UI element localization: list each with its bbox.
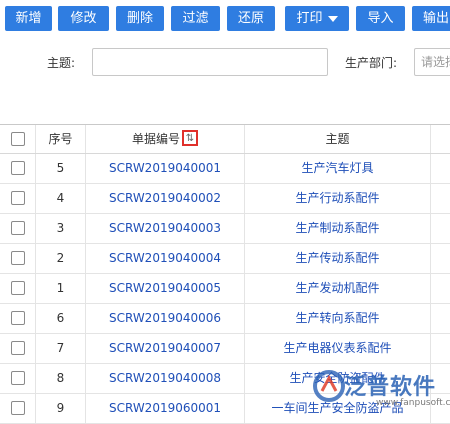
row-checkbox[interactable] bbox=[10, 160, 25, 175]
row-seq: 7 bbox=[36, 334, 86, 363]
header-doc-no-label: 单据编号 bbox=[131, 132, 180, 146]
table-row[interactable]: 5 SCRW2019040001 生产汽车灯具 bbox=[0, 154, 450, 184]
table-row[interactable]: 2 SCRW2019040004 生产传动系配件 bbox=[0, 244, 450, 274]
row-subject-link[interactable]: 生产电器仪表系配件 bbox=[245, 334, 431, 363]
row-checkbox[interactable] bbox=[10, 280, 25, 295]
row-subject-link[interactable]: 生产制动系配件 bbox=[245, 214, 431, 243]
edit-button[interactable]: 修改 bbox=[58, 6, 109, 31]
row-subject-link[interactable]: 生产汽车灯具 bbox=[245, 154, 431, 183]
fanpu-logo-icon bbox=[313, 370, 345, 402]
row-doc-no-link[interactable]: SCRW2019060001 bbox=[86, 394, 245, 423]
row-extra bbox=[431, 304, 450, 333]
table-row[interactable]: 4 SCRW2019040002 生产行动系配件 bbox=[0, 184, 450, 214]
row-checkbox[interactable] bbox=[10, 340, 25, 355]
row-doc-no-link[interactable]: SCRW2019040002 bbox=[86, 184, 245, 213]
row-extra bbox=[431, 334, 450, 363]
row-seq: 1 bbox=[36, 274, 86, 303]
watermark-url: www.fanpusoft.com bbox=[376, 398, 450, 408]
row-subject-link[interactable]: 生产发动机配件 bbox=[245, 274, 431, 303]
row-checkbox[interactable] bbox=[10, 370, 25, 385]
restore-button[interactable]: 还原 bbox=[227, 6, 275, 31]
row-checkbox[interactable] bbox=[10, 190, 25, 205]
row-seq: 8 bbox=[36, 364, 86, 393]
row-doc-no-link[interactable]: SCRW2019040004 bbox=[86, 244, 245, 273]
row-checkbox-cell[interactable] bbox=[0, 244, 36, 273]
header-extra bbox=[431, 125, 450, 153]
row-doc-no-link[interactable]: SCRW2019040008 bbox=[86, 364, 245, 393]
print-button-label: 打印 bbox=[296, 11, 323, 26]
select-all-checkbox-cell[interactable] bbox=[0, 125, 36, 153]
subject-input[interactable] bbox=[92, 48, 328, 76]
filter-panel: 主题: 生产部门: 请选择 bbox=[0, 40, 450, 120]
row-seq: 5 bbox=[36, 154, 86, 183]
row-extra bbox=[431, 214, 450, 243]
row-extra bbox=[431, 154, 450, 183]
delete-button[interactable]: 删除 bbox=[116, 6, 164, 31]
row-doc-no-link[interactable]: SCRW2019040001 bbox=[86, 154, 245, 183]
chevron-down-icon bbox=[327, 15, 338, 22]
row-checkbox-cell[interactable] bbox=[0, 214, 36, 243]
print-dropdown-button[interactable]: 打印 bbox=[285, 6, 349, 31]
header-seq[interactable]: 序号 bbox=[36, 125, 86, 153]
table-header-row: 序号 单据编号 ⇅ 主题 bbox=[0, 125, 450, 154]
row-doc-no-link[interactable]: SCRW2019040003 bbox=[86, 214, 245, 243]
header-subject[interactable]: 主题 bbox=[245, 125, 431, 153]
row-seq: 6 bbox=[36, 304, 86, 333]
row-checkbox-cell[interactable] bbox=[0, 304, 36, 333]
row-checkbox[interactable] bbox=[10, 220, 25, 235]
row-extra bbox=[431, 274, 450, 303]
edit-button-label: 修改 bbox=[70, 11, 97, 26]
watermark-text: 泛普软件 bbox=[344, 375, 437, 400]
row-checkbox[interactable] bbox=[10, 250, 25, 265]
header-doc-no[interactable]: 单据编号 ⇅ bbox=[86, 125, 245, 153]
row-checkbox-cell[interactable] bbox=[0, 364, 36, 393]
row-doc-no-link[interactable]: SCRW2019040007 bbox=[86, 334, 245, 363]
filter-button[interactable]: 过滤 bbox=[171, 6, 220, 31]
row-checkbox-cell[interactable] bbox=[0, 184, 36, 213]
sort-icon[interactable]: ⇅ bbox=[182, 130, 198, 146]
row-checkbox[interactable] bbox=[10, 400, 25, 415]
dept-select[interactable]: 请选择 bbox=[414, 48, 450, 76]
row-checkbox-cell[interactable] bbox=[0, 394, 36, 423]
row-checkbox-cell[interactable] bbox=[0, 334, 36, 363]
export-button-label: 输出 bbox=[422, 11, 449, 26]
row-seq: 9 bbox=[36, 394, 86, 423]
row-seq: 2 bbox=[36, 244, 86, 273]
dept-label: 生产部门: bbox=[345, 56, 398, 70]
row-doc-no-link[interactable]: SCRW2019040005 bbox=[86, 274, 245, 303]
delete-button-label: 删除 bbox=[126, 11, 153, 26]
import-button-label: 导入 bbox=[367, 11, 394, 26]
table-row[interactable]: 7 SCRW2019040007 生产电器仪表系配件 bbox=[0, 334, 450, 364]
row-subject-link[interactable]: 生产转向系配件 bbox=[245, 304, 431, 333]
filter-button-label: 过滤 bbox=[182, 11, 209, 26]
restore-button-label: 还原 bbox=[237, 11, 264, 26]
row-subject-link[interactable]: 生产传动系配件 bbox=[245, 244, 431, 273]
table-row[interactable]: 1 SCRW2019040005 生产发动机配件 bbox=[0, 274, 450, 304]
row-extra bbox=[431, 184, 450, 213]
add-button[interactable]: 新增 bbox=[5, 6, 52, 31]
add-button-label: 新增 bbox=[15, 11, 42, 26]
row-doc-no-link[interactable]: SCRW2019040006 bbox=[86, 304, 245, 333]
import-button[interactable]: 导入 bbox=[356, 6, 405, 31]
row-checkbox[interactable] bbox=[10, 310, 25, 325]
row-extra bbox=[431, 244, 450, 273]
table-row[interactable]: 6 SCRW2019040006 生产转向系配件 bbox=[0, 304, 450, 334]
toolbar: 新增 修改 删除 过滤 还原 打印 导入 输出 bbox=[0, 0, 450, 40]
select-all-checkbox[interactable] bbox=[10, 131, 25, 146]
watermark: 泛普软件 www.fanpusoft.com bbox=[312, 365, 450, 410]
row-seq: 3 bbox=[36, 214, 86, 243]
row-checkbox-cell[interactable] bbox=[0, 274, 36, 303]
row-checkbox-cell[interactable] bbox=[0, 154, 36, 183]
row-seq: 4 bbox=[36, 184, 86, 213]
subject-label: 主题: bbox=[47, 56, 76, 70]
row-subject-link[interactable]: 生产行动系配件 bbox=[245, 184, 431, 213]
table-row[interactable]: 3 SCRW2019040003 生产制动系配件 bbox=[0, 214, 450, 244]
export-button[interactable]: 输出 bbox=[412, 6, 450, 31]
